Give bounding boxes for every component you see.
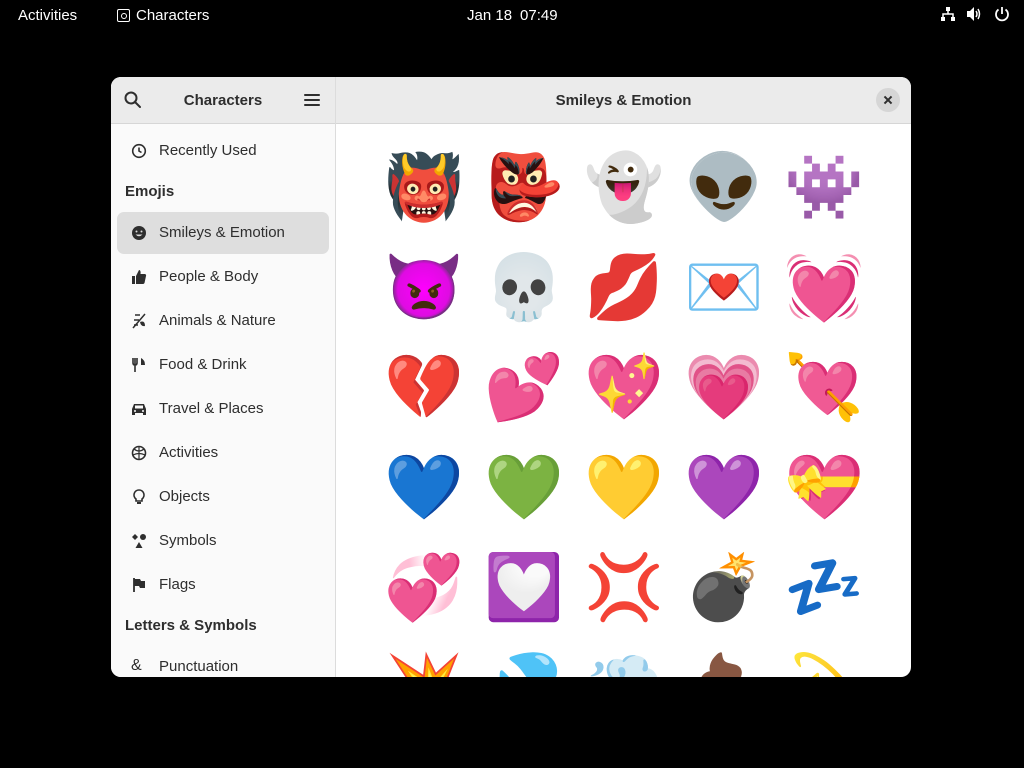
sidebar-item-flags[interactable]: Flags [117,564,329,606]
emoji-cell[interactable]: 💩 [684,647,764,677]
emoji-cell[interactable]: 💨 [584,647,664,677]
flag-icon [133,578,145,592]
emoji-cell[interactable]: 💕 [484,347,564,427]
emoji-cell[interactable]: 💟 [484,547,564,627]
ball-icon [131,445,147,461]
sidebar-item-label: Animals & Nature [159,312,276,329]
emoji-cell[interactable]: 💣 [684,547,764,627]
sidebar-item-label: Punctuation [159,658,239,675]
system-status-area[interactable] [940,6,1010,22]
lightbulb-icon [133,489,145,504]
characters-app-icon [117,9,130,22]
emoji-cell[interactable]: 💙 [384,447,464,527]
emoji-cell[interactable]: 👿 [384,247,464,327]
sidebar-item-punctuation[interactable]: & Punctuation [117,646,329,677]
thumbs-up-icon [132,270,147,284]
emoji-cell[interactable]: 💝 [784,447,864,527]
emoji-grid: 👹👺👻👽👾 👿💀💋💌💓 💔💕💖💗💘 💙💚💛💜💝 💞💟💢💣💤 💥 💦 💨 💩 💫 [336,124,911,677]
app-name: Characters [136,7,210,24]
sidebar-item-smileys-emotion[interactable]: Smileys & Emotion [117,212,329,254]
sidebar-item-symbols[interactable]: Symbols [117,520,329,562]
volume-icon [967,7,981,21]
clock-time: 07:49 [520,7,558,24]
emoji-cell[interactable]: 💢 [584,547,664,627]
emoji-cell[interactable]: 💜 [684,447,764,527]
power-icon [995,7,1009,22]
emoji-cell[interactable]: 👹 [384,147,464,227]
emoji-cell[interactable]: 👻 [584,147,664,227]
emoji-cell[interactable]: 💓 [784,247,864,327]
emoji-cell[interactable]: 💦 [484,647,564,677]
emoji-cell[interactable]: 💗 [684,347,764,427]
app-menu[interactable]: Characters [117,7,209,24]
emoji-cell[interactable]: 👾 [784,147,864,227]
symbols-icon [132,534,146,548]
sidebar-item-label: Recently Used [159,142,257,159]
top-bar: Activities Characters Jan 18 07:49 [0,0,1024,32]
sidebar-item-travel-places[interactable]: Travel & Places [117,388,329,430]
section-heading-letters-symbols: Letters & Symbols [125,617,257,634]
ampersand-icon: & [131,657,142,674]
sidebar-item-label: Food & Drink [159,356,247,373]
emoji-cell[interactable]: 👺 [484,147,564,227]
emoji-cell[interactable]: 💚 [484,447,564,527]
emoji-cell[interactable]: 💔 [384,347,464,427]
emoji-cell[interactable]: 💞 [384,547,464,627]
sidebar-item-recently-used[interactable]: Recently Used [117,130,329,172]
sidebar-item-label: Flags [159,576,196,593]
sidebar-item-label: Activities [159,444,219,461]
network-icon [941,7,955,21]
close-button[interactable] [876,88,900,112]
car-icon [132,404,146,415]
sidebar-title: Characters [183,92,263,109]
sidebar-item-label: Symbols [159,532,217,549]
characters-window: Characters Recently Used Emojis Smileys … [111,77,911,677]
emoji-cell[interactable]: 💌 [684,247,764,327]
sidebar-item-food-drink[interactable]: Food & Drink [117,344,329,386]
content-header: Smileys & Emotion [336,77,911,124]
emoji-cell[interactable]: 💋 [584,247,664,327]
sidebar-item-label: Smileys & Emotion [159,224,285,241]
clock[interactable]: Jan 18 07:49 [467,7,558,24]
emoji-cell[interactable]: 💀 [484,247,564,327]
emoji-cell[interactable]: 💫 [784,647,864,677]
sidebar-item-people-body[interactable]: People & Body [117,256,329,298]
sidebar-header: Characters [111,77,335,124]
emoji-cell[interactable]: 💛 [584,447,664,527]
sidebar: Characters Recently Used Emojis Smileys … [111,77,336,677]
hamburger-menu-icon[interactable] [303,91,321,109]
sidebar-item-activities[interactable]: Activities [117,432,329,474]
sidebar-item-label: People & Body [159,268,259,285]
emoji-cell[interactable]: 💖 [584,347,664,427]
emoji-cell[interactable]: 👽 [684,147,764,227]
emoji-cell[interactable]: 💤 [784,547,864,627]
sidebar-item-objects[interactable]: Objects [117,476,329,518]
sidebar-item-animals-nature[interactable]: Animals & Nature [117,300,329,342]
activities-button[interactable]: Activities [18,7,77,24]
emoji-cell[interactable]: 💘 [784,347,864,427]
page-title: Smileys & Emotion [555,92,692,109]
smiley-icon [132,226,146,240]
fork-knife-icon [132,358,145,372]
sidebar-item-label: Travel & Places [159,400,264,417]
clock-icon [131,143,147,159]
emoji-cell[interactable]: 💥 [384,647,464,677]
clock-date: Jan 18 [467,7,513,24]
leaf-icon [132,313,146,329]
sidebar-item-label: Objects [159,488,210,505]
section-heading-emojis: Emojis [125,183,175,200]
